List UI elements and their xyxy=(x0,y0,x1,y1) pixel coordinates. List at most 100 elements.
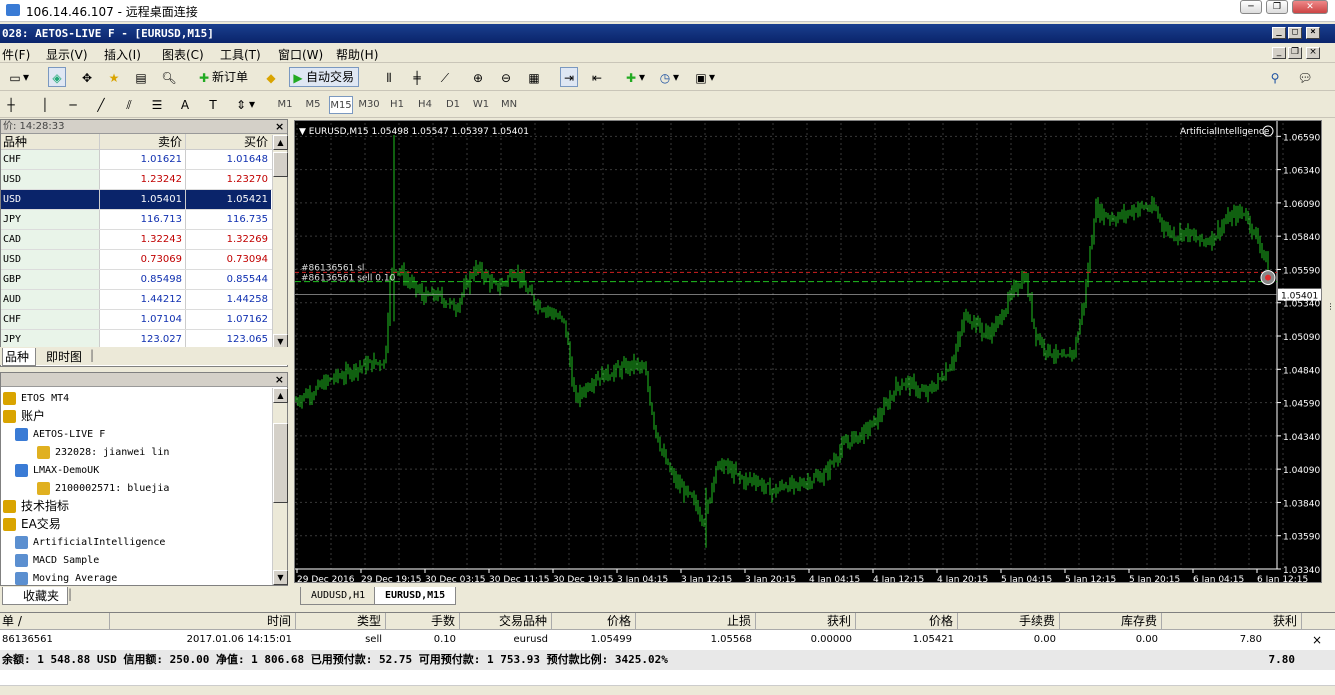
col-symbol[interactable]: 品种 xyxy=(1,134,99,149)
order-row[interactable]: 86136561 2017.01.06 14:15:01 sell 0.10 eurus… xyxy=(0,631,1335,649)
zoom-out-button[interactable]: ⊖ xyxy=(497,67,515,87)
vertical-line-tool[interactable]: │ xyxy=(36,94,54,114)
quote-row[interactable]: USD 1.05401 1.05421 xyxy=(1,190,287,210)
quote-row[interactable]: CAD 1.32243 1.32269 xyxy=(1,230,287,250)
minimize-button[interactable]: _ xyxy=(1272,27,1286,39)
right-edge-scrollbar[interactable]: ⋮ xyxy=(1326,120,1335,580)
tf-h1[interactable]: H1 xyxy=(385,96,409,114)
navigator-toggle[interactable]: ★ xyxy=(105,67,123,87)
quote-row[interactable]: AUD 1.44212 1.44258 xyxy=(1,290,287,310)
child-restore-button[interactable]: ❐ xyxy=(1288,47,1302,59)
search-button[interactable]: ⚲ xyxy=(1266,67,1284,87)
scroll-up-button[interactable]: ▲ xyxy=(273,135,288,150)
tile-windows-button[interactable]: ▦ xyxy=(525,67,543,87)
nav-item[interactable]: 2100002571: bluejia xyxy=(37,480,169,497)
nav-item[interactable]: AETOS-LIVE F xyxy=(15,426,105,443)
terminal-col-header[interactable]: 止损 xyxy=(636,613,756,630)
chat-button[interactable]: 💬︎ xyxy=(1296,67,1314,87)
market-watch-close-button[interactable]: × xyxy=(275,120,284,133)
data-window-toggle[interactable]: ✥ xyxy=(78,67,96,87)
auto-trading-button[interactable]: ▶ 自动交易 xyxy=(289,67,360,87)
nav-scroll-thumb[interactable] xyxy=(273,423,288,503)
terminal-col-header[interactable]: 时间 xyxy=(110,613,296,630)
rdp-minimize-button[interactable]: ─ xyxy=(1240,0,1262,14)
scroll-thumb[interactable] xyxy=(273,152,288,177)
chart-shift-button[interactable]: ⇤ xyxy=(588,67,606,87)
navigator-scrollbar[interactable]: ▲ ▼ xyxy=(272,388,288,585)
chart-canvas[interactable]: 1.065901.063401.060901.058401.055901.053… xyxy=(295,121,1322,583)
tab-tick-chart[interactable]: 即时图 xyxy=(46,348,82,365)
tf-w1[interactable]: W1 xyxy=(469,96,493,114)
tf-m1[interactable]: M1 xyxy=(273,96,297,114)
fibonacci-tool[interactable]: ☰ xyxy=(148,94,166,114)
menu-file[interactable]: 件(F) xyxy=(2,46,30,63)
terminal-col-header[interactable]: 手续费 xyxy=(958,613,1060,630)
market-watch-scrollbar[interactable]: ▲ ▼ xyxy=(272,135,288,349)
terminal-col-header[interactable]: 单 / xyxy=(0,613,110,630)
terminal-col-header[interactable]: 价格 xyxy=(552,613,636,630)
close-button[interactable]: × xyxy=(1306,27,1320,39)
crosshair-tool[interactable]: ┼ xyxy=(2,94,20,114)
nav-item[interactable]: Moving Average xyxy=(15,570,117,587)
terminal-col-header[interactable]: 类型 xyxy=(296,613,386,630)
menu-tools[interactable]: 工具(T) xyxy=(220,46,261,63)
quote-row[interactable]: USD 1.23242 1.23270 xyxy=(1,170,287,190)
maximize-button[interactable]: □ xyxy=(1288,27,1302,39)
channel-tool[interactable]: ⫽ xyxy=(120,94,138,114)
rdp-close-button[interactable]: ✕ xyxy=(1292,0,1328,14)
nav-item[interactable]: EA交易 xyxy=(3,516,61,533)
tf-h4[interactable]: H4 xyxy=(413,96,437,114)
nav-item[interactable]: 账户 xyxy=(3,408,45,425)
nav-item[interactable]: ETOS MT4 xyxy=(3,390,69,407)
terminal-col-header[interactable]: 获利 xyxy=(1162,613,1302,630)
zoom-in-button[interactable]: ⊕ xyxy=(469,67,487,87)
market-watch-toggle[interactable]: ◈ xyxy=(48,67,66,87)
terminal-col-header[interactable]: 价格 xyxy=(856,613,958,630)
child-minimize-button[interactable]: _ xyxy=(1272,47,1286,59)
tf-m15[interactable]: M15 xyxy=(329,96,353,114)
chart-tab-eurusd[interactable]: EURUSD,M15 xyxy=(374,587,457,605)
close-order-icon[interactable]: × xyxy=(1296,631,1326,649)
terminal-col-header[interactable]: 手数 xyxy=(386,613,460,630)
nav-item[interactable]: MACD Sample xyxy=(15,552,99,569)
quote-row[interactable]: CHF 1.07104 1.07162 xyxy=(1,310,287,330)
terminal-col-header[interactable]: 获利 xyxy=(756,613,856,630)
col-ask[interactable]: 买价 xyxy=(185,134,271,149)
menu-help[interactable]: 帮助(H) xyxy=(336,46,378,63)
bar-chart-button[interactable]: ⫴ xyxy=(380,67,398,87)
horizontal-line-tool[interactable]: ─ xyxy=(64,94,82,114)
indicators-button[interactable]: ✚ ▾ xyxy=(622,67,646,87)
trendline-tool[interactable]: ╱ xyxy=(92,94,110,114)
auto-scroll-button[interactable]: ⇥ xyxy=(560,67,578,87)
terminal-col-header[interactable]: 交易品种 xyxy=(460,613,552,630)
terminal-col-header[interactable]: 库存费 xyxy=(1060,613,1162,630)
menu-charts[interactable]: 图表(C) xyxy=(162,46,204,63)
periods-button[interactable]: ◷ ▾ xyxy=(656,67,680,87)
quote-row[interactable]: JPY 116.713 116.735 xyxy=(1,210,287,230)
nav-scroll-down[interactable]: ▼ xyxy=(273,570,288,585)
text-tool[interactable]: A xyxy=(176,94,194,114)
metaeditor-button[interactable]: ◆ xyxy=(262,67,280,87)
nav-scroll-up[interactable]: ▲ xyxy=(273,388,288,403)
col-bid[interactable]: 卖价 xyxy=(99,134,185,149)
new-order-button[interactable]: ✚ 新订单 xyxy=(195,67,253,87)
quote-row[interactable]: GBP 0.85498 0.85544 xyxy=(1,270,287,290)
menu-window[interactable]: 窗口(W) xyxy=(278,46,323,63)
arrows-tool[interactable]: ⇕ ▾ xyxy=(232,94,256,114)
tab-favorites[interactable]: 收藏夹 xyxy=(2,587,69,605)
quote-row[interactable]: USD 0.73069 0.73094 xyxy=(1,250,287,270)
line-chart-button[interactable]: ⟋ xyxy=(436,67,454,87)
tf-m5[interactable]: M5 xyxy=(301,96,325,114)
rdp-restore-button[interactable]: ❐ xyxy=(1266,0,1288,14)
tf-m30[interactable]: M30 xyxy=(357,96,381,114)
tf-mn[interactable]: MN xyxy=(497,96,521,114)
nav-item[interactable]: 232028: jianwei lin xyxy=(37,444,169,461)
nav-item[interactable]: LMAX-DemoUK xyxy=(15,462,99,479)
tf-d1[interactable]: D1 xyxy=(441,96,465,114)
candlestick-button[interactable]: ╪ xyxy=(408,67,426,87)
templates-button[interactable]: ▣ ▾ xyxy=(692,67,716,87)
child-close-button[interactable]: × xyxy=(1306,47,1320,59)
strategy-tester-toggle[interactable]: 🔍︎ xyxy=(160,67,178,87)
terminal-toggle[interactable]: ▤ xyxy=(132,67,150,87)
new-chart-button[interactable]: ▭ ▾ xyxy=(6,67,30,87)
